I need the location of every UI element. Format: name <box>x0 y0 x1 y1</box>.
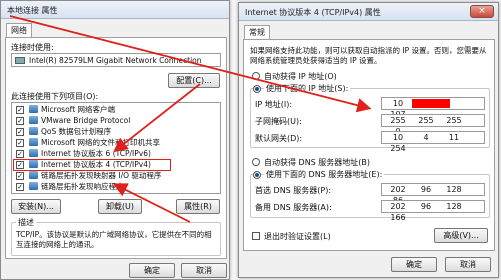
left-panel: 连接时使用: Intel(R) 82579LM Gigabit Network … <box>5 37 227 259</box>
dns1-octet-3: 128 <box>446 185 462 194</box>
gateway-field[interactable]: 10 4 11 254 <box>381 131 485 153</box>
right-panel: 如果网络支持此功能，则可以获取自动指派的 IP 设置。否则，您需要从网络系统管理… <box>243 39 495 251</box>
list-item[interactable]: ✓ Microsoft 网络客户端 <box>16 105 115 116</box>
adapter-field: Intel(R) 82579LM Gigabit Network Connect… <box>11 53 221 67</box>
list-item[interactable]: ✓ QoS 数据包计划程序 <box>16 127 111 138</box>
item-label: QoS 数据包计划程序 <box>41 127 112 136</box>
right-window-title: Internet 协议版本 4 (TCP/IPv4) 属性 <box>245 8 381 17</box>
advanced-button[interactable]: 高级(V)... <box>434 228 488 243</box>
protocol-icon <box>29 149 38 157</box>
subnet-octet-1: 255 <box>390 116 406 125</box>
ip-redaction <box>412 99 450 108</box>
left-window-title: 本地连接 属性 <box>7 6 58 15</box>
gateway-octet-2: 4 <box>423 133 429 142</box>
item-checkbox[interactable]: ✓ <box>16 150 24 158</box>
item-label: Microsoft 网络客户端 <box>41 105 116 114</box>
dns2-octet-4: 166 <box>390 213 406 222</box>
subnet-octet-3: 255 <box>446 116 462 125</box>
subnet-octet-2: 255 <box>418 116 434 125</box>
item-checkbox[interactable]: ✓ <box>16 106 24 114</box>
validate-checkbox[interactable] <box>252 232 260 240</box>
description-text: TCP/IP。该协议是默认的广域网络协议，它提供在不同的相互连接的网络上的通讯。 <box>16 230 212 249</box>
ip-address-label: IP 地址(I): <box>255 100 293 109</box>
description-group: 描述 TCP/IP。该协议是默认的广域网络协议，它提供在不同的相互连接的网络上的… <box>11 217 221 256</box>
item-checkbox[interactable]: ✓ <box>16 183 24 191</box>
auto-dns-radio[interactable] <box>252 158 260 166</box>
dns1-octet-2: 96 <box>420 185 432 194</box>
properties-button[interactable]: 属性(R) <box>176 199 220 214</box>
adapter-icon <box>15 57 25 64</box>
manual-ip-group: 使用下面的 IP 地址(S): IP 地址(I): 10107 子网掩码(U):… <box>250 83 490 153</box>
description-label: 描述 <box>16 217 36 228</box>
protocol-icon <box>29 116 38 124</box>
dns1-octet-1: 202 <box>390 185 406 194</box>
left-cancel-button[interactable]: 取消 <box>181 263 227 278</box>
item-label: 链路层拓扑发现映射器 I/O 驱动程序 <box>41 171 162 180</box>
item-label: Internet 协议版本 6 (TCP/IPv6) <box>41 149 151 158</box>
manual-ip-radio[interactable] <box>253 85 261 93</box>
dns2-octet-3: 128 <box>446 202 462 211</box>
list-item[interactable]: ✓ VMware Bridge Protocol <box>16 116 130 127</box>
item-checkbox[interactable]: ✓ <box>16 139 24 147</box>
network-client-icon <box>29 105 38 113</box>
auto-dns-label[interactable]: 自动获得 DNS 服务器地址(B) <box>264 157 370 168</box>
protocol-icon <box>29 171 38 179</box>
list-item[interactable]: ✓ Microsoft 网络的文件和打印机共享 <box>16 138 160 149</box>
manual-dns-radio[interactable] <box>253 171 261 179</box>
connect-using-label: 连接时使用: <box>11 43 54 52</box>
local-connection-properties-window: 本地连接 属性 网络 连接时使用: Intel(R) 82579LM Gigab… <box>0 0 230 280</box>
alternate-dns-field[interactable]: 202 96 128 166 <box>381 200 485 222</box>
alternate-dns-label: 备用 DNS 服务器(A): <box>255 203 332 212</box>
configure-button[interactable]: 配置(C)... <box>168 73 220 88</box>
list-item[interactable]: ✓ 链路层拓扑发现响应程序 <box>16 182 124 193</box>
items-list: ✓ Microsoft 网络客户端 ✓ VMware Bridge Protocol… <box>11 102 221 194</box>
validate-label[interactable]: 退出时验证设置(L) <box>264 231 331 242</box>
uninstall-button[interactable]: 卸载(U) <box>98 199 142 214</box>
item-checkbox[interactable]: ✓ <box>16 117 24 125</box>
subnet-label: 子网掩码(U): <box>255 117 302 126</box>
gateway-octet-3: 11 <box>448 133 460 142</box>
service-icon <box>29 138 38 146</box>
ipv4-highlight-box <box>13 159 171 171</box>
manual-dns-group: 使用下面的 DNS 服务器地址(E): 首选 DNS 服务器(P): 202 96… <box>250 169 490 222</box>
right-titlebar: Internet 协议版本 4 (TCP/IPv4) 属性 × <box>239 3 498 21</box>
intro-text: 如果网络支持此功能，则可以获取自动指派的 IP 设置。否则，您需要从网络系统管理… <box>250 46 487 65</box>
right-cancel-button[interactable]: 取消 <box>445 257 491 272</box>
tab-general[interactable]: 常规 <box>244 25 270 39</box>
dns2-octet-1: 202 <box>390 202 406 211</box>
left-ok-button[interactable]: 确定 <box>129 263 175 278</box>
item-label: VMware Bridge Protocol <box>41 116 131 125</box>
item-checkbox[interactable]: ✓ <box>16 172 24 180</box>
adapter-name: Intel(R) 82579LM Gigabit Network Connect… <box>29 56 202 65</box>
ip-octet-1: 10 <box>392 99 404 108</box>
items-label: 此连接使用下列项目(O): <box>11 92 99 101</box>
auto-ip-label[interactable]: 自动获得 IP 地址(O) <box>264 71 337 82</box>
item-checkbox[interactable]: ✓ <box>16 128 24 136</box>
ipv4-properties-window: Internet 协议版本 4 (TCP/IPv4) 属性 × 常规 如果网络支… <box>238 2 499 278</box>
gateway-label: 默认网关(D): <box>255 134 303 143</box>
tab-network[interactable]: 网络 <box>6 23 32 37</box>
preferred-dns-field[interactable]: 2029612886 <box>381 183 485 205</box>
preferred-dns-label: 首选 DNS 服务器(P): <box>255 186 332 195</box>
manual-dns-label[interactable]: 使用下面的 DNS 服务器地址(E): <box>264 169 385 180</box>
dns2-octet-2: 96 <box>420 202 432 211</box>
manual-ip-label[interactable]: 使用下面的 IP 地址(S): <box>264 83 351 94</box>
close-button[interactable]: × <box>470 5 494 18</box>
item-label: 链路层拓扑发现响应程序 <box>41 182 124 191</box>
left-titlebar: 本地连接 属性 <box>1 1 229 19</box>
install-button[interactable]: 安装(N)... <box>11 199 61 214</box>
auto-ip-radio[interactable] <box>252 72 260 80</box>
item-label: Microsoft 网络的文件和打印机共享 <box>41 138 161 147</box>
close-icon: × <box>478 6 486 16</box>
service-icon <box>29 127 38 135</box>
protocol-icon <box>29 182 38 190</box>
right-ok-button[interactable]: 确定 <box>391 257 437 272</box>
subnet-field[interactable]: 2552552550 <box>381 114 485 136</box>
list-item[interactable]: ✓ 链路层拓扑发现映射器 I/O 驱动程序 <box>16 171 161 182</box>
ip-address-field[interactable]: 10107 <box>381 97 485 119</box>
gateway-octet-4: 254 <box>390 144 406 153</box>
gateway-octet-1: 10 <box>392 133 404 142</box>
